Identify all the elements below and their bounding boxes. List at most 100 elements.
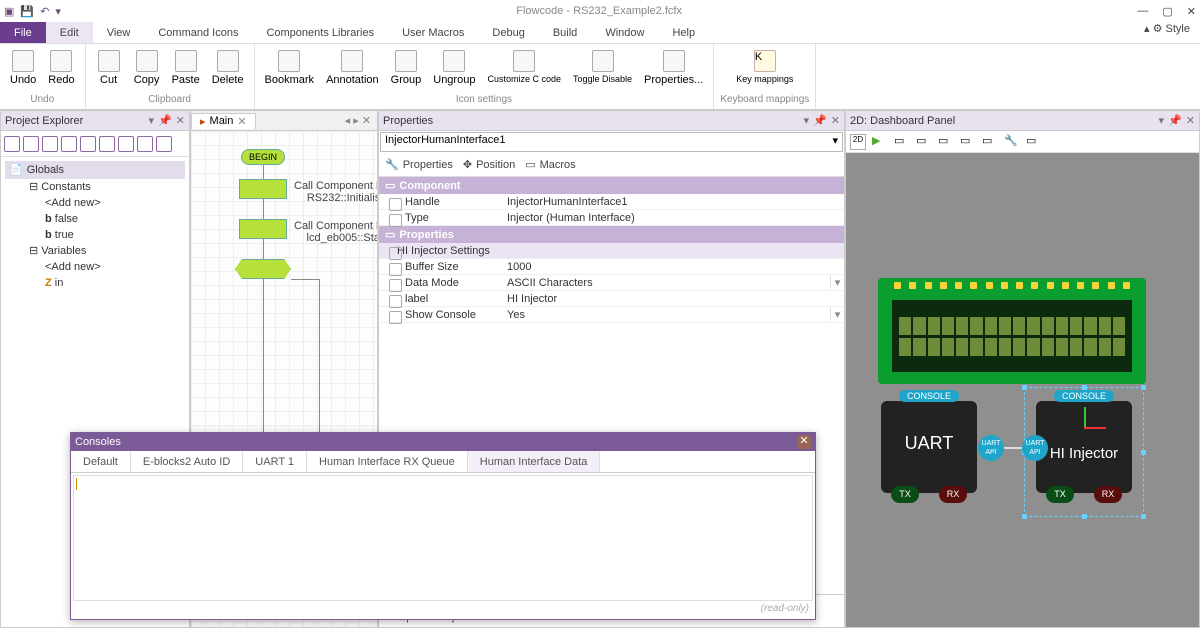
bookmark-button[interactable]: Bookmark — [261, 48, 319, 88]
node-macro[interactable]: Call Component MacroRS232::Initialise() — [239, 179, 287, 199]
close-button[interactable]: ✕ — [1187, 5, 1196, 18]
delete-button[interactable]: Delete — [208, 48, 248, 88]
prop-mode-val[interactable]: ASCII Characters — [507, 277, 830, 289]
dropdown-icon[interactable]: ▾ — [830, 276, 844, 289]
dash-dropdown-icon[interactable]: ▾ — [1159, 114, 1165, 127]
pe-tool-icon[interactable] — [42, 136, 58, 152]
qat-undo-icon[interactable]: ↶ — [40, 5, 49, 18]
console-tab-eblocks[interactable]: E-blocks2 Auto ID — [131, 451, 243, 472]
menu-edit[interactable]: Edit — [46, 22, 93, 43]
tab-nav[interactable]: ◂ ▸ ✕ — [339, 114, 377, 127]
group-button[interactable]: Group — [387, 48, 426, 88]
dash-tool-icon[interactable]: ▭ — [916, 134, 932, 150]
menu-build[interactable]: Build — [539, 22, 591, 43]
paste-button[interactable]: Paste — [168, 48, 204, 88]
node-begin[interactable]: BEGIN — [241, 149, 285, 165]
ribbon-group-keyboard: Keyboard mappings — [720, 92, 809, 107]
prop-show-val[interactable]: Yes — [507, 309, 830, 321]
console-readonly: (read-only) — [71, 603, 815, 614]
pe-tool-icon[interactable] — [4, 136, 20, 152]
uart-label: UART — [881, 401, 977, 454]
node-loop[interactable]: LoopWhile 1 — [235, 259, 291, 279]
tree-globals[interactable]: 📄 Globals — [5, 161, 185, 179]
node-macro[interactable]: Call Component Macrolcd_eb005::Start() — [239, 219, 287, 239]
subtab-properties[interactable]: 🔧 Properties — [385, 158, 453, 171]
tree-add-new[interactable]: <Add new> — [5, 259, 185, 275]
dash-tool-icon[interactable]: 🔧 — [1004, 134, 1020, 150]
menu-view[interactable]: View — [93, 22, 145, 43]
copy-button[interactable]: Copy — [130, 48, 164, 88]
tree-false[interactable]: b false — [5, 211, 185, 227]
subtab-macros[interactable]: ▭ Macros — [525, 158, 575, 171]
properties-button[interactable]: Properties... — [640, 48, 707, 88]
console-tab-hidata[interactable]: Human Interface Data — [468, 451, 601, 472]
redo-button[interactable]: Redo — [44, 48, 78, 88]
console-tab-default[interactable]: Default — [71, 451, 131, 472]
component-select[interactable]: InjectorHumanInterface1▾ — [380, 132, 843, 152]
uart-component[interactable]: CONSOLE UART TX RX — [881, 401, 977, 493]
subtab-position[interactable]: ✥ Position — [463, 158, 515, 171]
prop-handle-val[interactable]: InjectorHumanInterface1 — [507, 196, 844, 208]
undo-button[interactable]: Undo — [6, 48, 40, 88]
tree-true[interactable]: b true — [5, 227, 185, 243]
menu-user-macros[interactable]: User Macros — [388, 22, 478, 43]
menu-debug[interactable]: Debug — [478, 22, 538, 43]
uart-api-badge: UART API — [1022, 435, 1048, 461]
lcd-component[interactable] — [878, 278, 1146, 384]
dash-tool-icon[interactable]: ▭ — [982, 134, 998, 150]
customize-c-button[interactable]: Customize C code — [483, 48, 565, 86]
ungroup-button[interactable]: Ungroup — [429, 48, 479, 88]
props-close-icon[interactable]: ✕ — [831, 114, 840, 127]
prop-buffer-val[interactable]: 1000 — [507, 261, 844, 273]
keymappings-button[interactable]: KKey mappings — [732, 48, 797, 86]
maximize-button[interactable]: ▢ — [1162, 5, 1172, 18]
pe-tool-icon[interactable] — [99, 136, 115, 152]
props-pin-icon[interactable]: 📌 — [813, 114, 827, 127]
dropdown-icon[interactable]: ▾ — [830, 308, 844, 321]
tab-close-icon[interactable]: ✕ — [237, 115, 246, 128]
dash-pin-icon[interactable]: 📌 — [1168, 114, 1182, 127]
console-tab-uart1[interactable]: UART 1 — [243, 451, 307, 472]
prop-hi-section[interactable]: HI Injector Settings — [379, 245, 507, 257]
dash-play-icon[interactable]: ▶ — [872, 134, 888, 150]
menu-command-icons[interactable]: Command Icons — [144, 22, 252, 43]
pe-tool-icon[interactable] — [156, 136, 172, 152]
pe-close-icon[interactable]: ✕ — [176, 114, 185, 127]
minimize-button[interactable]: — — [1137, 5, 1148, 18]
pe-tool-icon[interactable] — [118, 136, 134, 152]
dash-close-icon[interactable]: ✕ — [1186, 114, 1195, 127]
props-dropdown-icon[interactable]: ▾ — [804, 114, 810, 127]
prop-label-val[interactable]: HI Injector — [507, 293, 844, 305]
tab-main[interactable]: Main ✕ — [191, 113, 256, 129]
menu-style[interactable]: ▴ ⚙ Style — [1134, 22, 1200, 43]
menu-file[interactable]: File — [0, 22, 46, 43]
dash-2d-icon[interactable]: 2D — [850, 134, 866, 150]
console-tab-rxqueue[interactable]: Human Interface RX Queue — [307, 451, 468, 472]
console-body[interactable] — [73, 475, 813, 601]
tree-constants[interactable]: ⊟ Constants — [5, 179, 185, 195]
cut-button[interactable]: Cut — [92, 48, 126, 88]
dashboard-canvas[interactable]: CONSOLE UART TX RX CONSOLE HI Injector T… — [846, 153, 1199, 627]
annotation-button[interactable]: Annotation — [322, 48, 383, 88]
tree-variables[interactable]: ⊟ Variables — [5, 243, 185, 259]
pe-tool-icon[interactable] — [80, 136, 96, 152]
menu-components[interactable]: Components Libraries — [252, 22, 388, 43]
qat-save-icon[interactable]: 💾 — [20, 5, 34, 18]
pe-tool-icon[interactable] — [23, 136, 39, 152]
menu-window[interactable]: Window — [591, 22, 658, 43]
pe-tool-icon[interactable] — [61, 136, 77, 152]
dash-tool-icon[interactable]: ▭ — [894, 134, 910, 150]
dash-tool-icon[interactable]: ▭ — [938, 134, 954, 150]
menu-help[interactable]: Help — [658, 22, 709, 43]
toggle-disable-button[interactable]: Toggle Disable — [569, 48, 636, 86]
dash-tool-icon[interactable]: ▭ — [1026, 134, 1042, 150]
pe-tool-icon[interactable] — [137, 136, 153, 152]
section-properties[interactable]: ▭ Properties — [379, 226, 844, 243]
pe-dropdown-icon[interactable]: ▾ — [149, 114, 155, 127]
consoles-close-icon[interactable]: ✕ — [797, 435, 811, 449]
dash-tool-icon[interactable]: ▭ — [960, 134, 976, 150]
tree-in[interactable]: Z in — [5, 275, 185, 291]
section-component[interactable]: ▭ Component — [379, 177, 844, 194]
pe-pin-icon[interactable]: 📌 — [158, 114, 172, 127]
tree-add-new[interactable]: <Add new> — [5, 195, 185, 211]
